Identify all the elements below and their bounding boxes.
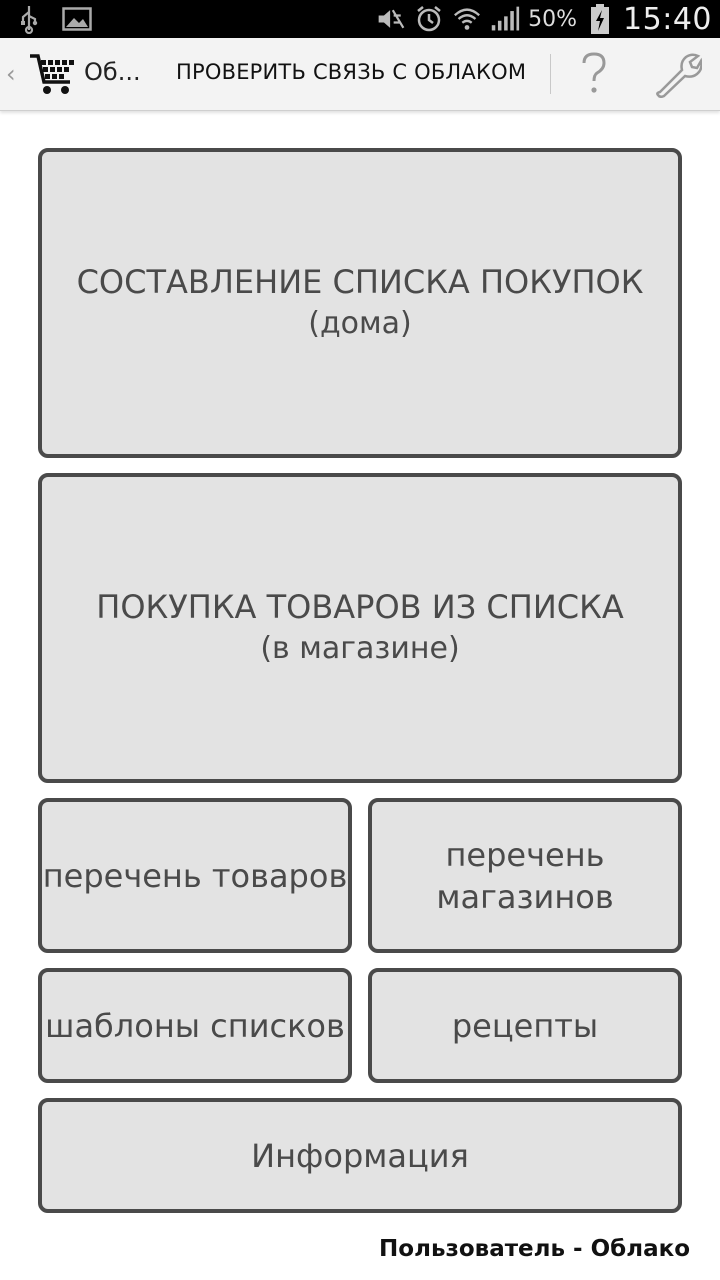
list-templates-label: шаблоны списков (45, 1006, 345, 1045)
mute-icon (376, 4, 406, 34)
help-icon (582, 52, 606, 93)
status-bar: 50% 15:40 (0, 0, 720, 38)
recipes-label: рецепты (451, 1006, 599, 1045)
information-button[interactable]: Информация (38, 1098, 682, 1213)
app-title[interactable]: Об... (84, 58, 141, 86)
help-button[interactable] (570, 48, 618, 100)
clock: 15:40 (623, 1, 712, 37)
buy-from-list-button[interactable]: ПОКУПКА ТОВАРОВ ИЗ СПИСКА (в магазине) (38, 473, 682, 783)
shops-list-label-line1: перечень (445, 835, 605, 874)
user-cloud-status: Пользователь - Облако (379, 1236, 690, 1262)
usb-icon (14, 4, 44, 34)
wifi-icon (452, 4, 482, 34)
back-chevron-icon[interactable]: ‹ (6, 60, 16, 88)
signal-icon (490, 4, 520, 34)
compose-list-button[interactable]: СОСТАВЛЕНИЕ СПИСКА ПОКУПОК (дома) (38, 148, 682, 458)
action-divider (550, 54, 551, 94)
information-label: Информация (251, 1136, 469, 1175)
shops-list-button[interactable]: перечень магазинов (368, 798, 682, 953)
settings-button[interactable] (650, 50, 704, 100)
goods-list-label: перечень товаров (42, 856, 348, 895)
shopping-cart-icon[interactable] (28, 48, 80, 100)
shops-list-label-line2: магазинов (436, 877, 614, 916)
battery-percent: 50% (528, 6, 578, 32)
compose-list-subtitle: (дома) (308, 306, 412, 341)
alarm-icon (414, 4, 444, 34)
compose-list-title: СОСТАВЛЕНИЕ СПИСКА ПОКУПОК (76, 263, 644, 301)
buy-from-list-title: ПОКУПКА ТОВАРОВ ИЗ СПИСКА (96, 588, 624, 626)
battery-charging-icon (585, 4, 615, 34)
goods-list-button[interactable]: перечень товаров (38, 798, 352, 953)
buy-from-list-subtitle: (в магазине) (260, 631, 460, 666)
check-cloud-button[interactable]: ПРОВЕРИТЬ СВЯЗЬ С ОБЛАКОМ (176, 60, 526, 84)
wrench-icon (656, 53, 702, 98)
recipes-button[interactable]: рецепты (368, 968, 682, 1083)
image-icon (62, 4, 92, 34)
list-templates-button[interactable]: шаблоны списков (38, 968, 352, 1083)
action-bar: ‹ Об... ПРОВЕРИТЬ СВЯЗЬ С ОБЛАКОМ (0, 38, 720, 111)
